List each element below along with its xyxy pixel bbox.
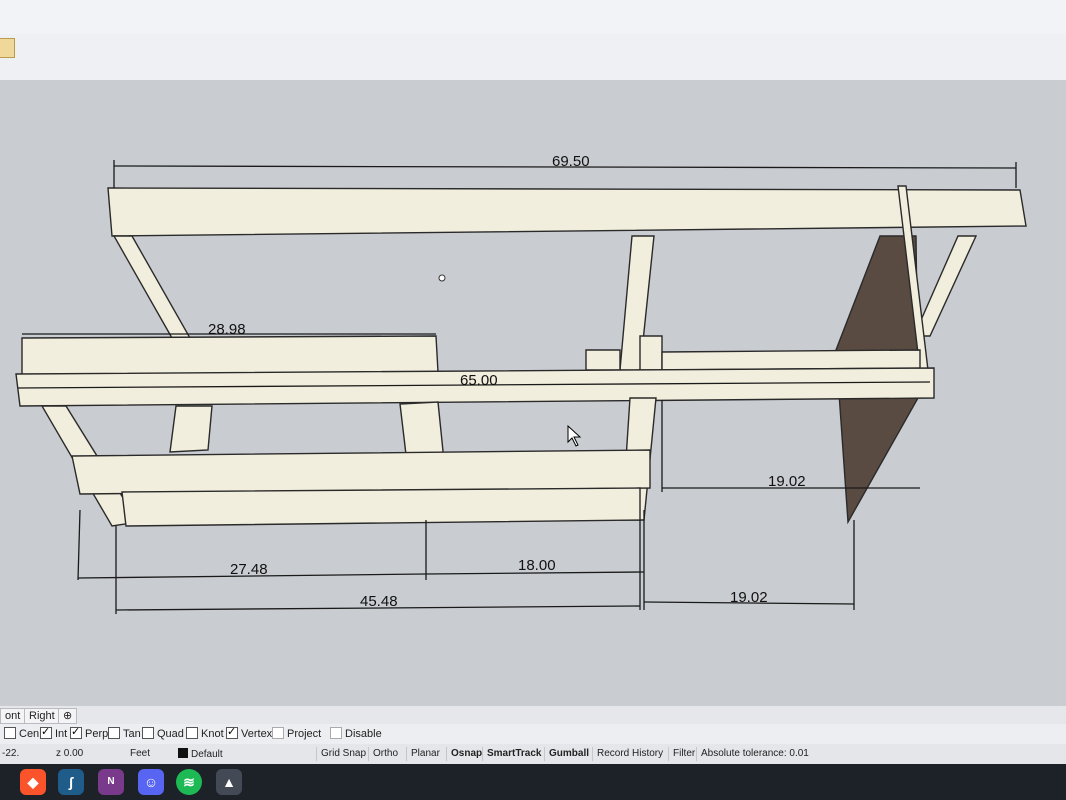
add-viewport-icon[interactable]: ⊕ bbox=[58, 708, 78, 724]
model-drawing: 69.50 28.98 65.00 19.02 27.48 18.00 45.4… bbox=[15, 153, 1027, 614]
back-top-rail bbox=[107, 187, 1027, 237]
ortho-toggle[interactable]: Ortho bbox=[368, 747, 402, 761]
status-bar: -22. z 0.00 Feet Default Grid Snap Ortho… bbox=[0, 744, 1066, 764]
osnap-cen[interactable]: Cen bbox=[4, 727, 39, 741]
grid-snap-toggle[interactable]: Grid Snap bbox=[316, 747, 370, 761]
osnap-perp[interactable]: Perp bbox=[70, 725, 108, 741]
dim-label-right-inner: 19.02 bbox=[768, 473, 806, 490]
window-title-bar bbox=[0, 0, 1066, 34]
tab-right[interactable]: Right bbox=[24, 708, 60, 724]
status-units[interactable]: Feet bbox=[130, 748, 150, 759]
record-history-toggle[interactable]: Record History bbox=[592, 747, 667, 761]
viewport-tabs: ont Right ⊕ bbox=[0, 706, 1066, 724]
right-back-leg bbox=[912, 235, 978, 337]
left-top-board bbox=[21, 335, 439, 377]
layer-color-swatch bbox=[178, 748, 188, 758]
dim-label-top: 69.50 bbox=[552, 153, 590, 170]
dim-label-left-board: 28.98 bbox=[208, 321, 246, 338]
osnap-int[interactable]: Int bbox=[40, 725, 67, 741]
taskbar: ◆ ʃ N ☺ ≋ ▲ bbox=[0, 764, 1066, 800]
osnap-knot[interactable]: Knot bbox=[186, 727, 224, 741]
dim-label-bottom-mid: 18.00 bbox=[518, 557, 556, 574]
right-rail bbox=[661, 349, 921, 371]
osnap-quad[interactable]: Quad bbox=[142, 727, 184, 741]
osnap-disable[interactable]: Disable bbox=[330, 727, 382, 741]
status-layer[interactable]: Default bbox=[178, 748, 223, 760]
dim-label-bottom-right: 19.02 bbox=[730, 589, 768, 606]
osnap-toggle[interactable]: Osnap bbox=[446, 747, 486, 761]
onenote-icon[interactable]: N bbox=[98, 769, 124, 795]
planar-toggle[interactable]: Planar bbox=[406, 747, 444, 761]
sketchup-icon[interactable]: ʃ bbox=[58, 769, 84, 795]
osnap-vertex[interactable]: Vertex bbox=[226, 725, 272, 741]
middle-block-b bbox=[639, 335, 663, 371]
rhino-icon[interactable]: ▲ bbox=[216, 769, 242, 795]
toolbar bbox=[0, 34, 1066, 81]
osnap-project[interactable]: Project bbox=[272, 727, 321, 741]
osnap-tan[interactable]: Tan bbox=[108, 727, 141, 741]
tab-front[interactable]: ont bbox=[0, 708, 26, 724]
middle-block-a bbox=[585, 349, 621, 371]
mouse-cursor bbox=[567, 424, 582, 447]
osnap-bar: Cen Int Perp Tan Quad Knot Vertex Projec… bbox=[0, 724, 1066, 744]
left-inner-leg bbox=[169, 405, 213, 453]
front-lower-board bbox=[71, 449, 651, 495]
perspective-viewport[interactable]: 69.50 28.98 65.00 19.02 27.48 18.00 45.4… bbox=[0, 80, 1066, 706]
smarttrack-toggle[interactable]: SmartTrack bbox=[482, 747, 545, 761]
dim-label-bottom-left: 27.48 bbox=[230, 561, 268, 578]
bottom-base-board bbox=[121, 487, 641, 527]
status-z-coord: z 0.00 bbox=[56, 748, 84, 759]
filter-toggle[interactable]: Filter bbox=[668, 747, 699, 761]
dim-label-middle: 65.00 bbox=[460, 372, 498, 389]
dim-label-bottom-total: 45.48 bbox=[360, 593, 398, 610]
point-marker bbox=[438, 274, 446, 282]
gumball-toggle[interactable]: Gumball bbox=[544, 747, 593, 761]
left-back-leg bbox=[112, 235, 192, 339]
discord-icon[interactable]: ☺ bbox=[138, 769, 164, 795]
toolbar-tool-icon[interactable] bbox=[0, 38, 15, 58]
spotify-icon[interactable]: ≋ bbox=[176, 769, 202, 795]
status-x-coord: -22. bbox=[2, 748, 20, 759]
tolerance-readout: Absolute tolerance: 0.01 bbox=[696, 747, 813, 761]
brave-icon[interactable]: ◆ bbox=[20, 769, 46, 795]
